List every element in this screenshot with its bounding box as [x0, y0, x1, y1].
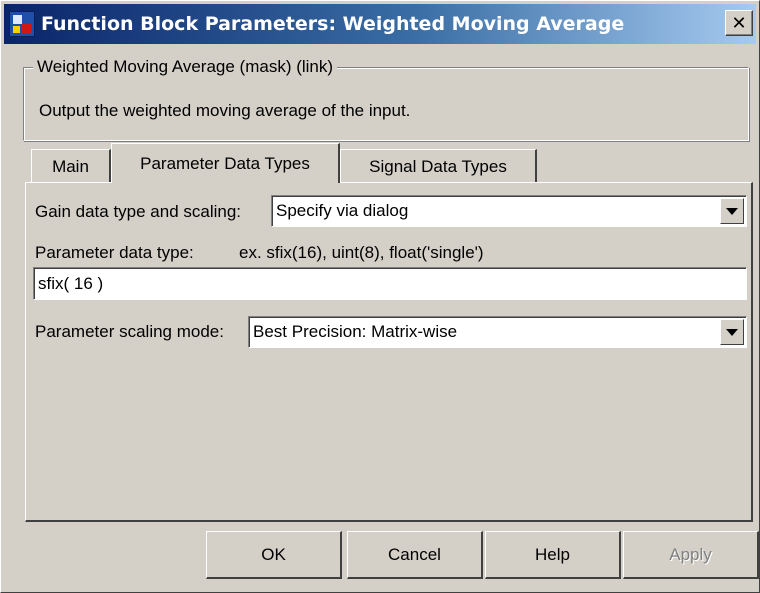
tab-label: Signal Data Types	[369, 156, 507, 176]
title-bar[interactable]: Function Block Parameters: Weighted Movi…	[4, 4, 756, 44]
close-icon: ✕	[731, 12, 747, 34]
dialog-window: Function Block Parameters: Weighted Movi…	[0, 0, 760, 593]
parameter-scaling-mode-label: Parameter scaling mode:	[35, 322, 224, 341]
parameter-data-type-field[interactable]: sfix( 16 )	[33, 267, 747, 300]
ok-button[interactable]: OK	[206, 531, 342, 579]
description-text: Output the weighted moving average of th…	[39, 101, 411, 120]
parameter-scaling-dropdown-button[interactable]	[720, 319, 744, 345]
parameter-data-type-hint: ex. sfix(16), uint(8), float('single')	[239, 243, 484, 262]
gain-scaling-select[interactable]: Specify via dialog	[271, 195, 747, 227]
tab-signal-data-types[interactable]: Signal Data Types	[340, 149, 537, 183]
window-title: Function Block Parameters: Weighted Movi…	[41, 13, 625, 35]
gain-scaling-value: Specify via dialog	[276, 201, 409, 220]
close-button[interactable]: ✕	[725, 10, 753, 36]
gain-scaling-label: Gain data type and scaling:	[35, 202, 242, 221]
tab-label: Parameter Data Types	[140, 153, 310, 173]
parameter-scaling-mode-value: Best Precision: Matrix-wise	[253, 322, 458, 341]
parameter-scaling-mode-select[interactable]: Best Precision: Matrix-wise	[248, 316, 747, 348]
help-button[interactable]: Help	[485, 531, 621, 579]
active-tab-joint	[113, 181, 338, 184]
chevron-down-icon	[726, 328, 738, 336]
tab-parameter-data-types[interactable]: Parameter Data Types	[111, 143, 340, 183]
cancel-button[interactable]: Cancel	[347, 531, 483, 579]
parameter-data-type-label: Parameter data type:	[35, 243, 194, 262]
gain-scaling-dropdown-button[interactable]	[720, 198, 744, 224]
apply-button[interactable]: Apply	[623, 531, 759, 579]
simulink-app-icon	[9, 11, 35, 37]
tab-main[interactable]: Main	[31, 149, 111, 183]
chevron-down-icon	[726, 207, 738, 215]
tab-panel	[25, 182, 753, 522]
description-group-label: Weighted Moving Average (mask) (link)	[33, 57, 338, 77]
tab-label: Main	[52, 156, 89, 176]
